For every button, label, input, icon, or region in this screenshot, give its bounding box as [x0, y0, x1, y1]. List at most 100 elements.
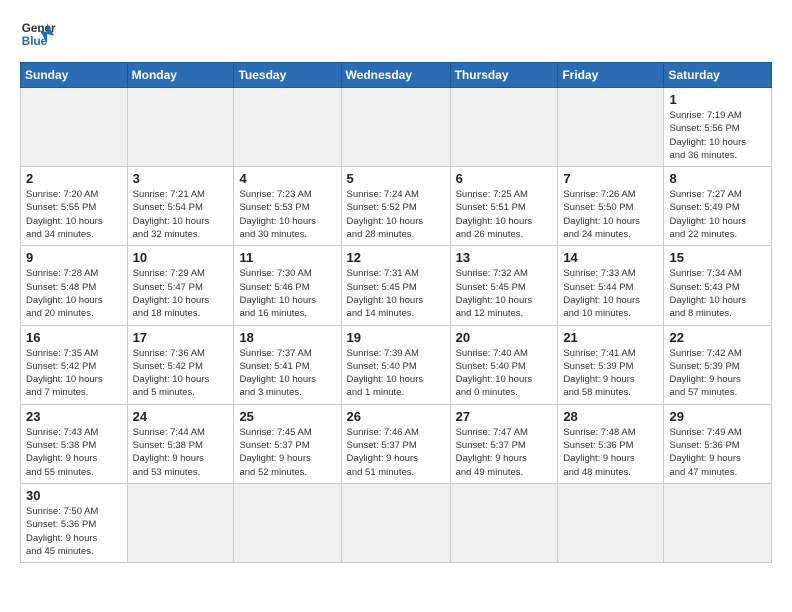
calendar-cell — [21, 88, 128, 167]
calendar-row: 16Sunrise: 7:35 AM Sunset: 5:42 PM Dayli… — [21, 325, 772, 404]
calendar: SundayMondayTuesdayWednesdayThursdayFrid… — [20, 62, 772, 563]
day-number: 2 — [26, 171, 122, 186]
day-number: 8 — [669, 171, 766, 186]
calendar-cell: 11Sunrise: 7:30 AM Sunset: 5:46 PM Dayli… — [234, 246, 341, 325]
day-number: 28 — [563, 409, 658, 424]
day-info: Sunrise: 7:45 AM Sunset: 5:37 PM Dayligh… — [239, 426, 335, 479]
day-number: 9 — [26, 250, 122, 265]
calendar-cell: 23 Sunrise: 7:43 AM Sunset: 5:38 PM Dayli… — [21, 404, 128, 483]
calendar-cell: 17 Sunrise: 7:36 AM Sunset: 5:42 PM Dayli… — [127, 325, 234, 404]
day-number: 5 — [347, 171, 445, 186]
day-info: Sunrise: 7:43 AM Sunset: 5:38 PM Dayligh… — [26, 426, 122, 479]
day-info: Sunrise: 7:47 AM Sunset: 5:37 PM Dayligh… — [456, 426, 553, 479]
calendar-cell: 24 Sunrise: 7:44 AM Sunset: 5:38 PM Dayli… — [127, 404, 234, 483]
day-info: Sunrise: 7:50 AM Sunset: 5:36 PM Dayligh… — [26, 505, 122, 558]
calendar-cell: 4 Sunrise: 7:23 AM Sunset: 5:53 PM Daylig… — [234, 167, 341, 246]
day-info: Sunrise: 7:19 AM Sunset: 5:56 PM Dayligh… — [669, 109, 766, 162]
day-number: 27 — [456, 409, 553, 424]
day-info: Sunrise: 7:32 AM Sunset: 5:45 PM Dayligh… — [456, 267, 553, 320]
weekday-header-thursday: Thursday — [450, 63, 558, 88]
weekday-header-wednesday: Wednesday — [341, 63, 450, 88]
calendar-cell — [450, 88, 558, 167]
day-info: Sunrise: 7:30 AM Sunset: 5:46 PM Dayligh… — [239, 267, 335, 320]
weekday-header-saturday: Saturday — [664, 63, 772, 88]
day-info: Sunrise: 7:46 AM Sunset: 5:37 PM Dayligh… — [347, 426, 445, 479]
calendar-cell — [558, 483, 664, 562]
calendar-row: 30 Sunrise: 7:50 AM Sunset: 5:36 PM Dayli… — [21, 483, 772, 562]
day-number: 1 — [669, 92, 766, 107]
day-number: 21 — [563, 330, 658, 345]
day-number: 24 — [133, 409, 229, 424]
day-number: 20 — [456, 330, 553, 345]
day-info: Sunrise: 7:26 AM Sunset: 5:50 PM Dayligh… — [563, 188, 658, 241]
calendar-cell: 29Sunrise: 7:49 AM Sunset: 5:36 PM Dayli… — [664, 404, 772, 483]
day-info: Sunrise: 7:37 AM Sunset: 5:41 PM Dayligh… — [239, 347, 335, 400]
logo: General Blue — [20, 16, 56, 52]
calendar-cell: 5 Sunrise: 7:24 AM Sunset: 5:52 PM Daylig… — [341, 167, 450, 246]
calendar-cell: 20 Sunrise: 7:40 AM Sunset: 5:40 PM Dayli… — [450, 325, 558, 404]
calendar-cell: 15Sunrise: 7:34 AM Sunset: 5:43 PM Dayli… — [664, 246, 772, 325]
day-info: Sunrise: 7:20 AM Sunset: 5:55 PM Dayligh… — [26, 188, 122, 241]
calendar-cell — [341, 88, 450, 167]
day-info: Sunrise: 7:29 AM Sunset: 5:47 PM Dayligh… — [133, 267, 229, 320]
day-number: 30 — [26, 488, 122, 503]
calendar-cell: 21 Sunrise: 7:41 AM Sunset: 5:39 PM Dayli… — [558, 325, 664, 404]
day-info: Sunrise: 7:25 AM Sunset: 5:51 PM Dayligh… — [456, 188, 553, 241]
day-number: 6 — [456, 171, 553, 186]
day-number: 23 — [26, 409, 122, 424]
day-number: 16 — [26, 330, 122, 345]
day-info: Sunrise: 7:36 AM Sunset: 5:42 PM Dayligh… — [133, 347, 229, 400]
calendar-cell: 8 Sunrise: 7:27 AM Sunset: 5:49 PM Daylig… — [664, 167, 772, 246]
day-info: Sunrise: 7:23 AM Sunset: 5:53 PM Dayligh… — [239, 188, 335, 241]
day-number: 14 — [563, 250, 658, 265]
calendar-cell: 12Sunrise: 7:31 AM Sunset: 5:45 PM Dayli… — [341, 246, 450, 325]
calendar-cell — [341, 483, 450, 562]
day-info: Sunrise: 7:48 AM Sunset: 5:36 PM Dayligh… — [563, 426, 658, 479]
day-number: 17 — [133, 330, 229, 345]
day-number: 19 — [347, 330, 445, 345]
weekday-header-friday: Friday — [558, 63, 664, 88]
day-number: 3 — [133, 171, 229, 186]
calendar-cell: 14 Sunrise: 7:33 AM Sunset: 5:44 PM Dayli… — [558, 246, 664, 325]
calendar-cell: 18Sunrise: 7:37 AM Sunset: 5:41 PM Dayli… — [234, 325, 341, 404]
day-info: Sunrise: 7:42 AM Sunset: 5:39 PM Dayligh… — [669, 347, 766, 400]
calendar-row: 23 Sunrise: 7:43 AM Sunset: 5:38 PM Dayli… — [21, 404, 772, 483]
calendar-cell: 10 Sunrise: 7:29 AM Sunset: 5:47 PM Dayli… — [127, 246, 234, 325]
calendar-cell — [558, 88, 664, 167]
day-info: Sunrise: 7:21 AM Sunset: 5:54 PM Dayligh… — [133, 188, 229, 241]
calendar-cell — [127, 88, 234, 167]
calendar-cell: 30 Sunrise: 7:50 AM Sunset: 5:36 PM Dayli… — [21, 483, 128, 562]
weekday-header-monday: Monday — [127, 63, 234, 88]
day-info: Sunrise: 7:34 AM Sunset: 5:43 PM Dayligh… — [669, 267, 766, 320]
day-info: Sunrise: 7:33 AM Sunset: 5:44 PM Dayligh… — [563, 267, 658, 320]
day-number: 13 — [456, 250, 553, 265]
day-number: 4 — [239, 171, 335, 186]
calendar-cell: 13 Sunrise: 7:32 AM Sunset: 5:45 PM Dayli… — [450, 246, 558, 325]
day-info: Sunrise: 7:40 AM Sunset: 5:40 PM Dayligh… — [456, 347, 553, 400]
calendar-row: 1 Sunrise: 7:19 AM Sunset: 5:56 PM Daylig… — [21, 88, 772, 167]
calendar-cell — [234, 88, 341, 167]
calendar-cell: 6 Sunrise: 7:25 AM Sunset: 5:51 PM Daylig… — [450, 167, 558, 246]
header: General Blue — [20, 16, 772, 52]
day-info: Sunrise: 7:44 AM Sunset: 5:38 PM Dayligh… — [133, 426, 229, 479]
calendar-cell: 16Sunrise: 7:35 AM Sunset: 5:42 PM Dayli… — [21, 325, 128, 404]
day-info: Sunrise: 7:24 AM Sunset: 5:52 PM Dayligh… — [347, 188, 445, 241]
day-number: 12 — [347, 250, 445, 265]
calendar-cell: 19 Sunrise: 7:39 AM Sunset: 5:40 PM Dayli… — [341, 325, 450, 404]
page: General Blue SundayMondayTuesdayWednesda… — [0, 0, 792, 612]
calendar-cell — [664, 483, 772, 562]
calendar-row: 2 Sunrise: 7:20 AM Sunset: 5:55 PM Daylig… — [21, 167, 772, 246]
day-number: 25 — [239, 409, 335, 424]
day-info: Sunrise: 7:27 AM Sunset: 5:49 PM Dayligh… — [669, 188, 766, 241]
calendar-cell: 25 Sunrise: 7:45 AM Sunset: 5:37 PM Dayli… — [234, 404, 341, 483]
calendar-row: 9Sunrise: 7:28 AM Sunset: 5:48 PM Daylig… — [21, 246, 772, 325]
day-number: 10 — [133, 250, 229, 265]
day-info: Sunrise: 7:41 AM Sunset: 5:39 PM Dayligh… — [563, 347, 658, 400]
weekday-header-row: SundayMondayTuesdayWednesdayThursdayFrid… — [21, 63, 772, 88]
calendar-cell: 3 Sunrise: 7:21 AM Sunset: 5:54 PM Daylig… — [127, 167, 234, 246]
day-number: 29 — [669, 409, 766, 424]
calendar-cell: 27 Sunrise: 7:47 AM Sunset: 5:37 PM Dayli… — [450, 404, 558, 483]
day-number: 7 — [563, 171, 658, 186]
calendar-cell: 9Sunrise: 7:28 AM Sunset: 5:48 PM Daylig… — [21, 246, 128, 325]
day-info: Sunrise: 7:39 AM Sunset: 5:40 PM Dayligh… — [347, 347, 445, 400]
